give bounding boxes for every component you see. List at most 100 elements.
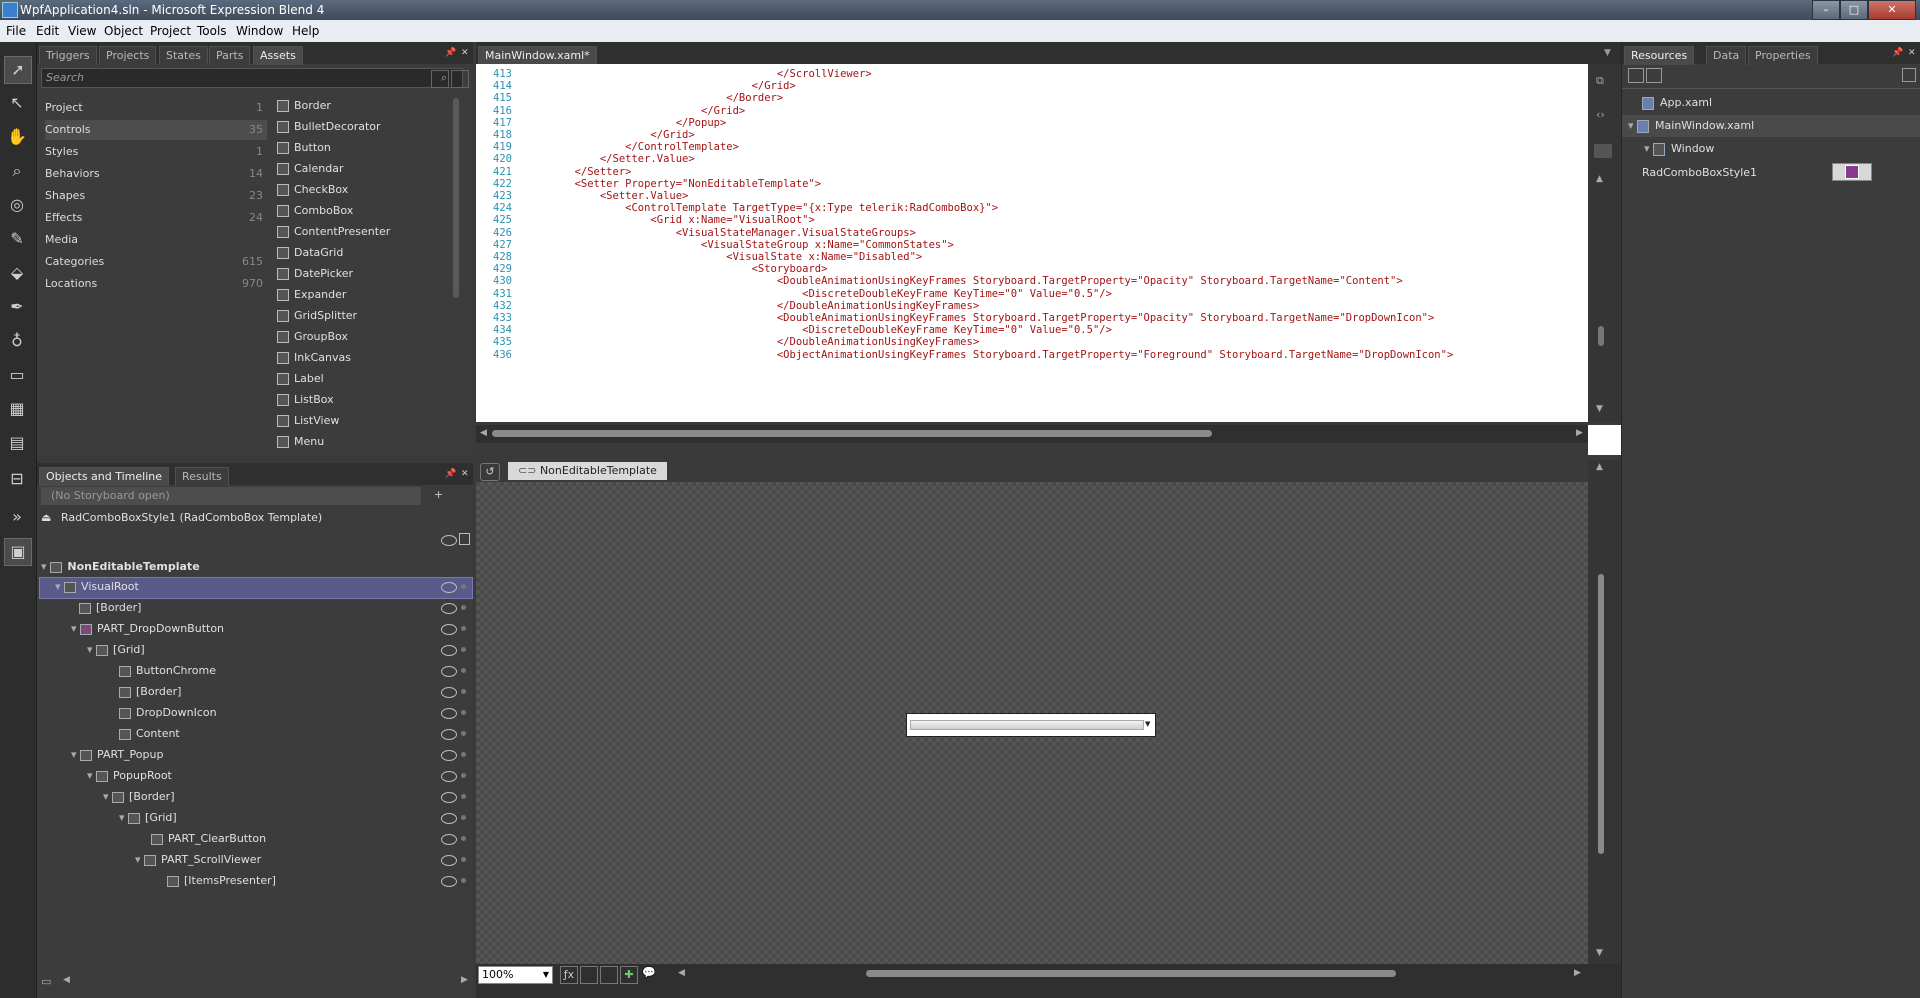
code-line[interactable]: </ControlTemplate> — [524, 141, 739, 153]
code-line[interactable]: </Grid> — [524, 129, 694, 141]
code-line[interactable]: <VisualStateManager.VisualStateGroups> — [524, 227, 916, 239]
asset-item[interactable]: GroupBox — [277, 327, 348, 347]
scroll-down-icon[interactable]: ▼ — [1596, 948, 1603, 958]
menu-project[interactable]: Project — [150, 24, 191, 38]
visibility-eye-icon[interactable] — [441, 750, 457, 761]
code-hscrollbar[interactable]: ◀ ▶ — [476, 425, 1588, 443]
eyedropper-icon[interactable]: ✎ — [4, 226, 30, 252]
asset-item[interactable]: Label — [277, 369, 324, 389]
lock-dot-icon[interactable] — [461, 731, 466, 736]
close-panel-icon[interactable]: ✕ — [1908, 48, 1916, 58]
category-styles[interactable]: Styles 1 — [45, 142, 267, 162]
menu-help[interactable]: Help — [292, 24, 319, 38]
code-vscroll-thumb[interactable] — [1598, 326, 1604, 346]
lock-dot-icon[interactable] — [461, 815, 466, 820]
tree-node[interactable]: ▾ [Grid] — [119, 808, 177, 828]
lock-dot-icon[interactable] — [461, 857, 466, 862]
pen-icon[interactable]: ✒ — [4, 294, 30, 320]
tree-node[interactable]: ▾ VisualRoot — [55, 577, 139, 597]
scroll-left-icon[interactable]: ◀ — [678, 968, 685, 978]
visibility-eye-icon[interactable] — [441, 687, 457, 698]
asset-item[interactable]: Button — [277, 138, 331, 158]
asset-item[interactable]: GridSplitter — [277, 306, 357, 326]
code-line[interactable]: <ObjectAnimationUsingKeyFrames Storyboar… — [524, 349, 1453, 361]
code-line[interactable]: <DiscreteDoubleKeyFrame KeyTime="0" Valu… — [524, 324, 1112, 336]
menu-tools[interactable]: Tools — [197, 24, 227, 38]
edit-resource-button[interactable] — [1832, 163, 1872, 181]
code-line[interactable]: </Setter.Value> — [524, 153, 695, 165]
tree-node[interactable]: ▾ [Grid] — [87, 640, 145, 660]
close-panel-icon[interactable]: ✕ — [461, 469, 469, 479]
rectangle-icon[interactable]: ▭ — [4, 362, 30, 388]
eye-all-icon[interactable] — [441, 535, 457, 546]
asset-item[interactable]: ContentPresenter — [277, 222, 390, 242]
tree-node[interactable]: [ItemsPresenter] — [167, 871, 276, 891]
lock-dot-icon[interactable] — [461, 605, 466, 610]
code-line[interactable]: </Popup> — [524, 117, 727, 129]
lock-dot-icon[interactable] — [461, 689, 466, 694]
asset-item[interactable]: Border — [277, 96, 331, 116]
lock-dot-icon[interactable] — [461, 794, 466, 799]
code-line[interactable]: <DoubleAnimationUsingKeyFrames Storyboar… — [524, 275, 1403, 287]
design-vscrollbar[interactable]: ▲ ▼ — [1588, 460, 1621, 964]
grid-view-icon[interactable] — [431, 70, 449, 88]
grid-layout-icon[interactable]: ▦ — [4, 396, 30, 422]
visibility-eye-icon[interactable] — [441, 708, 457, 719]
asset-item[interactable]: Menu — [277, 432, 324, 452]
annotations-icon[interactable]: 💬 — [642, 966, 656, 979]
asset-item[interactable]: ListBox — [277, 390, 334, 410]
menu-view[interactable]: View — [68, 24, 96, 38]
recent-asset-icon[interactable]: ▣ — [4, 538, 32, 566]
xaml-editor[interactable]: 413 </ScrollViewer> 414 </Grid> 415 </Bord… — [476, 64, 1588, 422]
tree-node[interactable]: ▾ NonEditableTemplate — [41, 557, 200, 577]
category-media[interactable]: Media — [45, 230, 267, 250]
category-categories[interactable]: Categories 615 — [45, 252, 267, 272]
tab-data[interactable]: Data — [1706, 46, 1747, 65]
code-line[interactable]: <Setter Property="NonEditableTemplate"> — [524, 178, 822, 190]
design-view-icon[interactable] — [1594, 144, 1612, 158]
lock-dot-icon[interactable] — [461, 710, 466, 715]
pin-icon[interactable]: 📌 — [1892, 48, 1903, 58]
lock-dot-icon[interactable] — [461, 836, 466, 841]
expand-panel-icon[interactable] — [1902, 68, 1916, 82]
code-line[interactable]: </Grid> — [524, 105, 745, 117]
resource-app-xaml[interactable]: App.xaml — [1642, 92, 1712, 114]
visibility-eye-icon[interactable] — [441, 666, 457, 677]
resource-window[interactable]: ▾ Window — [1644, 138, 1714, 160]
tab-mainwindow-xaml[interactable]: MainWindow.xaml* — [478, 46, 597, 65]
tab-assets[interactable]: Assets — [253, 46, 303, 65]
pin-icon[interactable]: 📌 — [445, 48, 456, 58]
code-line[interactable]: <Grid x:Name="VisualRoot"> — [524, 214, 814, 226]
visibility-eye-icon[interactable] — [441, 603, 457, 614]
asset-item[interactable]: ComboBox — [277, 201, 353, 221]
tree-node[interactable]: ▾ PopupRoot — [87, 766, 172, 786]
tree-node[interactable]: ButtonChrome — [119, 661, 216, 681]
timeline-toggle-icon[interactable]: ▭ — [41, 975, 51, 988]
code-line[interactable]: <Setter.Value> — [524, 190, 689, 202]
lock-dot-icon[interactable] — [461, 668, 466, 673]
code-hscroll-thumb[interactable] — [492, 430, 1212, 437]
category-controls[interactable]: Controls 35 — [45, 120, 267, 140]
camera-orbit-icon[interactable]: ◎ — [4, 192, 30, 218]
lock-dot-icon[interactable] — [461, 647, 466, 652]
lock-dot-icon[interactable] — [461, 773, 466, 778]
code-line[interactable]: </ScrollViewer> — [524, 68, 872, 80]
minimize-button[interactable]: – — [1812, 0, 1840, 20]
code-line[interactable]: </Setter> — [524, 166, 632, 178]
asset-item[interactable]: InkCanvas — [277, 348, 351, 368]
tab-overflow-icon[interactable]: ▼ — [1604, 48, 1611, 58]
visibility-eye-icon[interactable] — [441, 876, 457, 887]
code-line[interactable]: <DoubleAnimationUsingKeyFrames Storyboar… — [524, 312, 1434, 324]
tree-node[interactable]: ▾ [Border] — [103, 787, 175, 807]
zoom-icon[interactable]: ⌕ — [4, 158, 30, 184]
resource-radcombobox-style[interactable]: RadComboBoxStyle1 — [1642, 162, 1757, 184]
maximize-button[interactable]: □ — [1840, 0, 1868, 20]
code-line[interactable]: </DoubleAnimationUsingKeyFrames> — [524, 336, 979, 348]
visibility-eye-icon[interactable] — [441, 582, 457, 593]
lock-dot-icon[interactable] — [461, 752, 466, 757]
lock-dot-icon[interactable] — [461, 878, 466, 883]
selection-tool-icon[interactable]: ➚ — [4, 56, 32, 84]
close-button[interactable]: ✕ — [1868, 0, 1916, 20]
new-dictionary-icon[interactable] — [1628, 68, 1644, 83]
pan-hand-icon[interactable]: ✋ — [4, 124, 30, 150]
